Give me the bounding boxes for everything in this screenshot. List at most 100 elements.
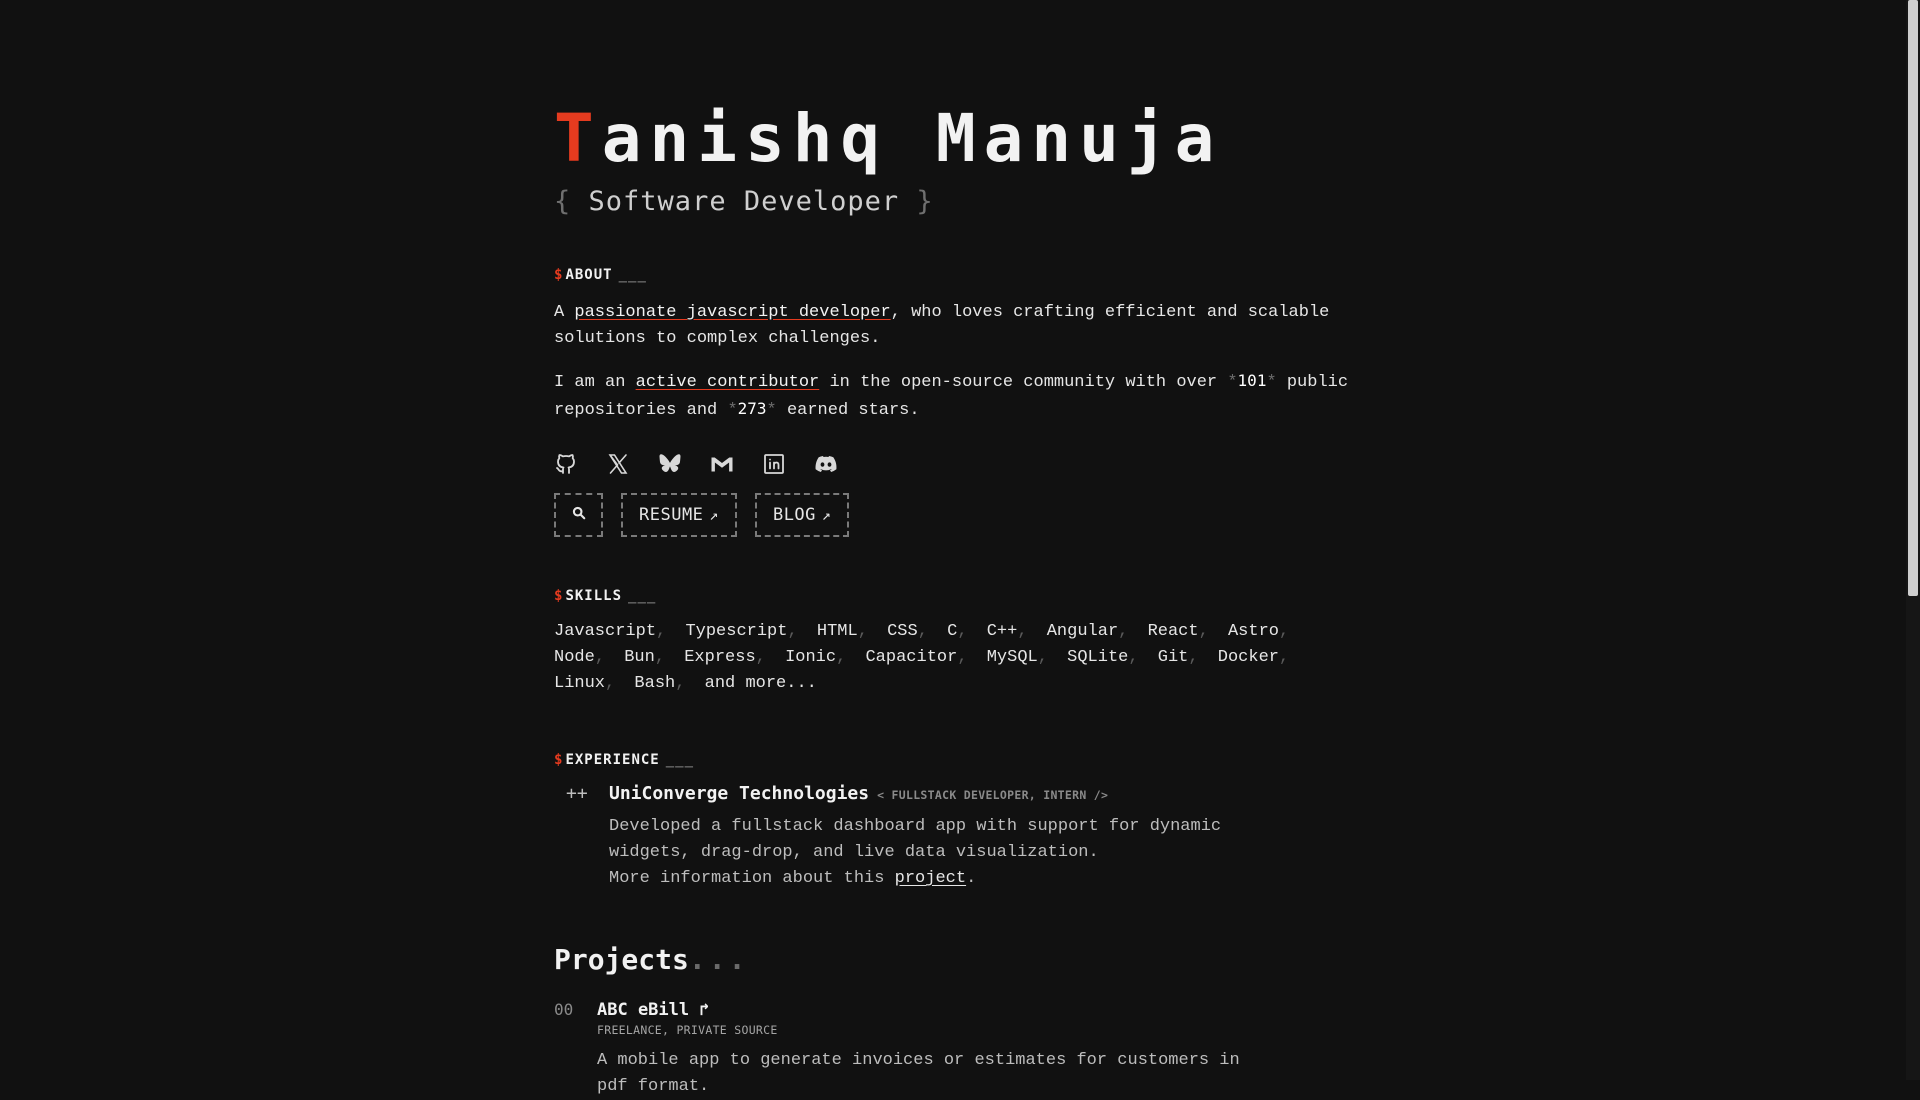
more-text: .: [966, 869, 977, 888]
repo-count: 101: [1237, 371, 1267, 390]
experience-desc-text: Developed a fullstack dashboard app with…: [609, 817, 1222, 862]
skill-separator: ,: [957, 622, 968, 641]
company-name: UniConverge Technologies: [609, 783, 870, 804]
skill-item: Angular: [1046, 622, 1119, 641]
star-mark: *: [1227, 373, 1238, 392]
experience-description: Developed a fullstack dashboard app with…: [609, 814, 1269, 892]
experience-item: ++ UniConverge Technologies < FULLSTACK D…: [554, 781, 1354, 892]
social-links: [554, 452, 1354, 476]
x-icon[interactable]: [606, 452, 630, 476]
skill-item: Node: [554, 648, 595, 667]
heading-dots: ...: [688, 943, 749, 976]
skill-item: CSS: [887, 622, 918, 641]
search-icon: [572, 505, 586, 525]
skill-item: MySQL: [986, 648, 1038, 667]
skill-item: C++: [986, 622, 1018, 641]
projects-title: Projects: [554, 943, 689, 976]
gmail-icon[interactable]: [710, 452, 734, 476]
heading-underscores: ___: [628, 588, 657, 604]
heading-underscores: ___: [665, 752, 695, 768]
star-mark: *: [1266, 373, 1277, 392]
skill-separator: ,: [917, 622, 928, 641]
skill-separator: ,: [594, 648, 606, 667]
role-close-brace: }: [916, 186, 934, 217]
skill-item: Astro: [1227, 622, 1279, 641]
skill-item: Javascript: [554, 622, 657, 641]
skill-separator: ,: [1118, 622, 1129, 641]
skill-item: React: [1147, 622, 1199, 641]
project-number: 00: [554, 1000, 574, 1019]
search-button[interactable]: [554, 493, 603, 537]
profile-name: Tanishq Manuja: [554, 96, 1354, 182]
prompt-symbol: $: [554, 267, 564, 283]
projects-heading: Projects...: [554, 942, 1354, 978]
about-text: A: [554, 303, 575, 322]
skill-separator: ,: [1017, 622, 1028, 641]
skill-separator: ,: [755, 648, 766, 667]
heading-underscores: ___: [618, 267, 647, 283]
bluesky-icon[interactable]: [658, 452, 682, 476]
skill-separator: ,: [957, 648, 968, 667]
experience-marker: ++: [566, 783, 588, 804]
github-icon[interactable]: [554, 452, 578, 476]
resume-label: RESUME: [639, 505, 704, 525]
resume-button[interactable]: RESUME ↗: [621, 493, 737, 537]
role-text: Software Developer: [588, 186, 900, 217]
skill-item: Bash: [634, 674, 676, 693]
about-text: earned stars.: [776, 401, 920, 420]
name-initial: T: [554, 100, 602, 177]
profile-role: { Software Developer }: [554, 182, 1354, 222]
skills-heading: $ SKILLS ___: [554, 587, 1354, 605]
about-paragraph-2: I am an active contributor in the open-s…: [554, 368, 1354, 424]
discord-icon[interactable]: [814, 452, 838, 476]
prompt-symbol: $: [554, 752, 564, 768]
passionate-developer-link[interactable]: passionate javascript developer: [574, 303, 890, 322]
skill-separator: ,: [675, 674, 686, 693]
star-mark: *: [766, 401, 777, 420]
page-scrollbar[interactable]: [1906, 0, 1920, 1080]
about-title: ABOUT: [565, 267, 613, 283]
skill-item: Bun: [624, 648, 655, 667]
external-arrow-icon: ↗: [821, 506, 832, 524]
skill-separator: ,: [1037, 648, 1048, 667]
role-open-brace: {: [554, 186, 572, 217]
active-contributor-link[interactable]: active contributor: [636, 373, 820, 392]
star-mark: *: [727, 401, 738, 420]
name-rest: anishq Manuja: [601, 100, 1223, 177]
experience-heading: $ EXPERIENCE ___: [554, 751, 1354, 769]
skill-item: HTML: [816, 622, 858, 641]
skill-separator: ,: [1128, 648, 1139, 667]
action-buttons: RESUME ↗ BLOG ↗: [554, 493, 1354, 537]
page-content: Tanishq Manuja { Software Developer } $ A…: [554, 96, 1354, 1100]
skill-item: Linux: [554, 674, 606, 693]
experience-more: More information about this project.: [609, 866, 1269, 892]
skill-item: Ionic: [785, 648, 837, 667]
project-description: A mobile app to generate invoices or est…: [597, 1051, 1240, 1096]
stars-count: 273: [737, 399, 767, 418]
skills-more: and more...: [704, 674, 817, 693]
experience-title: EXPERIENCE: [565, 752, 660, 768]
skill-item: Git: [1157, 648, 1189, 667]
about-text: I am an: [554, 373, 636, 392]
project-title-link[interactable]: ABC eBill ↱: [597, 998, 710, 1022]
about-text: in the open-source community with over: [819, 373, 1228, 392]
skill-item: Capacitor: [865, 648, 958, 667]
skill-separator: ,: [605, 674, 616, 693]
skill-item: Express: [684, 648, 756, 667]
project-tag: FREELANCE, PRIVATE SOURCE: [597, 1023, 778, 1037]
blog-button[interactable]: BLOG ↗: [754, 493, 850, 537]
skill-item: Typescript: [685, 622, 788, 641]
project-link[interactable]: project: [895, 869, 966, 888]
about-paragraph-1: A passionate javascript developer, who l…: [554, 300, 1354, 352]
skill-item: SQLite: [1067, 648, 1129, 667]
about-heading: $ ABOUT ___: [554, 266, 1354, 284]
skill-separator: ,: [857, 622, 868, 641]
scrollbar-thumb[interactable]: [1908, 0, 1918, 596]
role-tag: < FULLSTACK DEVELOPER, INTERN />: [877, 788, 1109, 802]
skill-separator: ,: [1279, 648, 1290, 667]
prompt-symbol: $: [554, 588, 564, 604]
skill-separator: ,: [836, 648, 847, 667]
skill-separator: ,: [1188, 648, 1199, 667]
linkedin-icon[interactable]: [762, 452, 786, 476]
more-text: More information about this: [609, 869, 895, 888]
